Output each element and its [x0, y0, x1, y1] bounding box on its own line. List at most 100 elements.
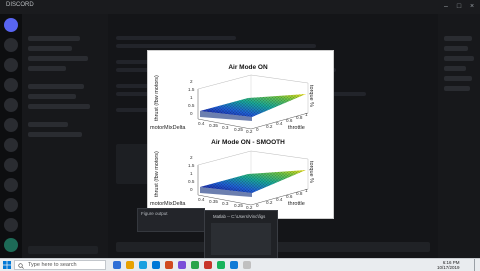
user-panel[interactable] — [28, 246, 98, 254]
plot-1-xtick: 0.35 — [209, 123, 218, 128]
maximize-button[interactable]: □ — [453, 1, 465, 12]
plot-2-ytick: 0.4 — [276, 197, 283, 202]
preview-thumbnail[interactable] — [211, 223, 271, 255]
system-clock[interactable]: 6:16 PM 10/17/2019 — [437, 260, 460, 270]
plot-2-ztick: 1 — [190, 171, 193, 176]
channel-item[interactable] — [28, 46, 72, 51]
app-icon[interactable] — [243, 261, 251, 269]
member-item[interactable] — [444, 36, 472, 41]
plot-2-ztick: 0.5 — [188, 179, 195, 184]
server-icon[interactable] — [4, 98, 18, 112]
member-item[interactable] — [444, 56, 474, 61]
server-icon[interactable] — [4, 58, 18, 72]
plot-1-right-label: torque % — [308, 85, 314, 108]
plot-1-ztick: 0.5 — [188, 103, 195, 108]
channel-item[interactable] — [28, 66, 66, 71]
plot-1-ytick: 0.2 — [266, 124, 273, 129]
app-title: DISCORD — [6, 2, 34, 8]
app-icon[interactable] — [230, 261, 238, 269]
store-icon[interactable] — [152, 261, 160, 269]
plot-1-xtick: 0.25 — [234, 127, 243, 132]
home-icon[interactable] — [4, 18, 18, 32]
server-icon[interactable] — [4, 38, 18, 52]
plot-1-ytick: 0 — [256, 127, 259, 132]
channel-item[interactable] — [28, 94, 76, 99]
plot-2-xtick: 0.3 — [222, 201, 229, 206]
windows-start-icon[interactable] — [2, 260, 12, 270]
plot-1-ylabel: throttle — [288, 125, 305, 131]
plot-2-right-label: torque % — [308, 161, 314, 184]
server-icon[interactable] — [4, 78, 18, 92]
clock-date: 10/17/2019 — [437, 265, 460, 270]
plot-1-ytick: 0.6 — [286, 118, 293, 123]
channel-item[interactable] — [28, 36, 80, 41]
figure-output-popup[interactable]: Figure output — [137, 208, 205, 232]
preview-title: Matlab -- C:\Users\Vinc\figs — [213, 214, 266, 219]
close-button[interactable]: × — [466, 1, 478, 12]
taskbar-preview-popup[interactable]: Matlab -- C:\Users\Vinc\figs — [204, 210, 278, 260]
plot-1-zlabel: thrust (fbw motors) — [154, 75, 160, 121]
plot-2-title: Air Mode ON - SMOOTH — [211, 139, 285, 146]
plot-2-zlabel: thrust (fbw motors) — [154, 151, 160, 197]
plot-2-ytick: 0.8 — [296, 191, 303, 196]
taskbar-search-input[interactable]: Type here to search — [14, 260, 106, 270]
window-titlebar: DISCORD – □ × — [0, 0, 480, 15]
channel-item[interactable] — [28, 132, 82, 137]
plot-2-ztick: 0 — [190, 187, 193, 192]
channel-sidebar — [22, 14, 108, 258]
channel-item[interactable] — [28, 56, 88, 61]
server-icon[interactable] — [4, 178, 18, 192]
server-list — [0, 14, 22, 258]
server-icon[interactable] — [4, 198, 18, 212]
member-item[interactable] — [444, 66, 466, 71]
member-list — [438, 14, 480, 258]
taskbar: Type here to search 6:16 PM 10/17/2019 — [0, 258, 480, 271]
edge-icon[interactable] — [126, 261, 134, 269]
plot-2-ytick: 0 — [256, 203, 259, 208]
file-explorer-icon[interactable] — [139, 261, 147, 269]
plot-1-ytick: 0.8 — [296, 115, 303, 120]
channel-item[interactable] — [28, 104, 90, 109]
app-icon[interactable] — [204, 261, 212, 269]
message-line — [116, 44, 316, 48]
channel-item[interactable] — [28, 84, 84, 89]
minimize-button[interactable]: – — [440, 1, 452, 12]
plot-2-ztick: 2 — [190, 155, 193, 160]
plot-1-xtick: 0.3 — [222, 125, 229, 130]
plot-1-ytick: 0.4 — [276, 121, 283, 126]
show-desktop-button[interactable] — [474, 259, 475, 271]
figure-window: Air Mode ON thrust (fbw motors) 2 1.5 1 … — [147, 50, 334, 219]
plot-1-xlabel: motorMixDelta — [150, 125, 186, 131]
plot-2-ytick: 0.6 — [286, 194, 293, 199]
server-icon[interactable] — [4, 138, 18, 152]
plot-2-ytick: 1 — [305, 188, 308, 193]
plot-2-xtick: 0.25 — [234, 203, 243, 208]
task-view-icon[interactable] — [113, 261, 121, 269]
plot-1-ztick: 1.5 — [188, 87, 195, 92]
mail-icon[interactable] — [165, 261, 173, 269]
member-item[interactable] — [444, 76, 472, 81]
plot-2-ylabel: throttle — [288, 201, 305, 207]
member-item[interactable] — [444, 46, 468, 51]
plot-2-xtick: 0.4 — [198, 197, 205, 202]
plot-2-ytick: 0.2 — [266, 200, 273, 205]
app-icon[interactable] — [217, 261, 225, 269]
plot-1-title: Air Mode ON — [228, 64, 268, 71]
plot-1-xtick: 0.2 — [246, 129, 253, 134]
popup-title: Figure output — [141, 211, 168, 216]
plot-2-xlabel: motorMixDelta — [150, 201, 186, 207]
plot-1-ztick: 1 — [190, 95, 193, 100]
server-icon[interactable] — [4, 158, 18, 172]
plot-1-xtick: 0.4 — [198, 121, 205, 126]
app-icon[interactable] — [178, 261, 186, 269]
plot-2-xtick: 0.35 — [209, 199, 218, 204]
plot-1-ytick: 1 — [305, 112, 308, 117]
server-icon[interactable] — [4, 218, 18, 232]
add-server-icon[interactable] — [4, 238, 18, 252]
channel-item[interactable] — [28, 122, 68, 127]
plot-1-ztick: 0 — [190, 111, 193, 116]
server-icon[interactable] — [4, 118, 18, 132]
member-item[interactable] — [444, 86, 470, 91]
search-placeholder: Type here to search — [28, 262, 77, 268]
app-icon[interactable] — [191, 261, 199, 269]
